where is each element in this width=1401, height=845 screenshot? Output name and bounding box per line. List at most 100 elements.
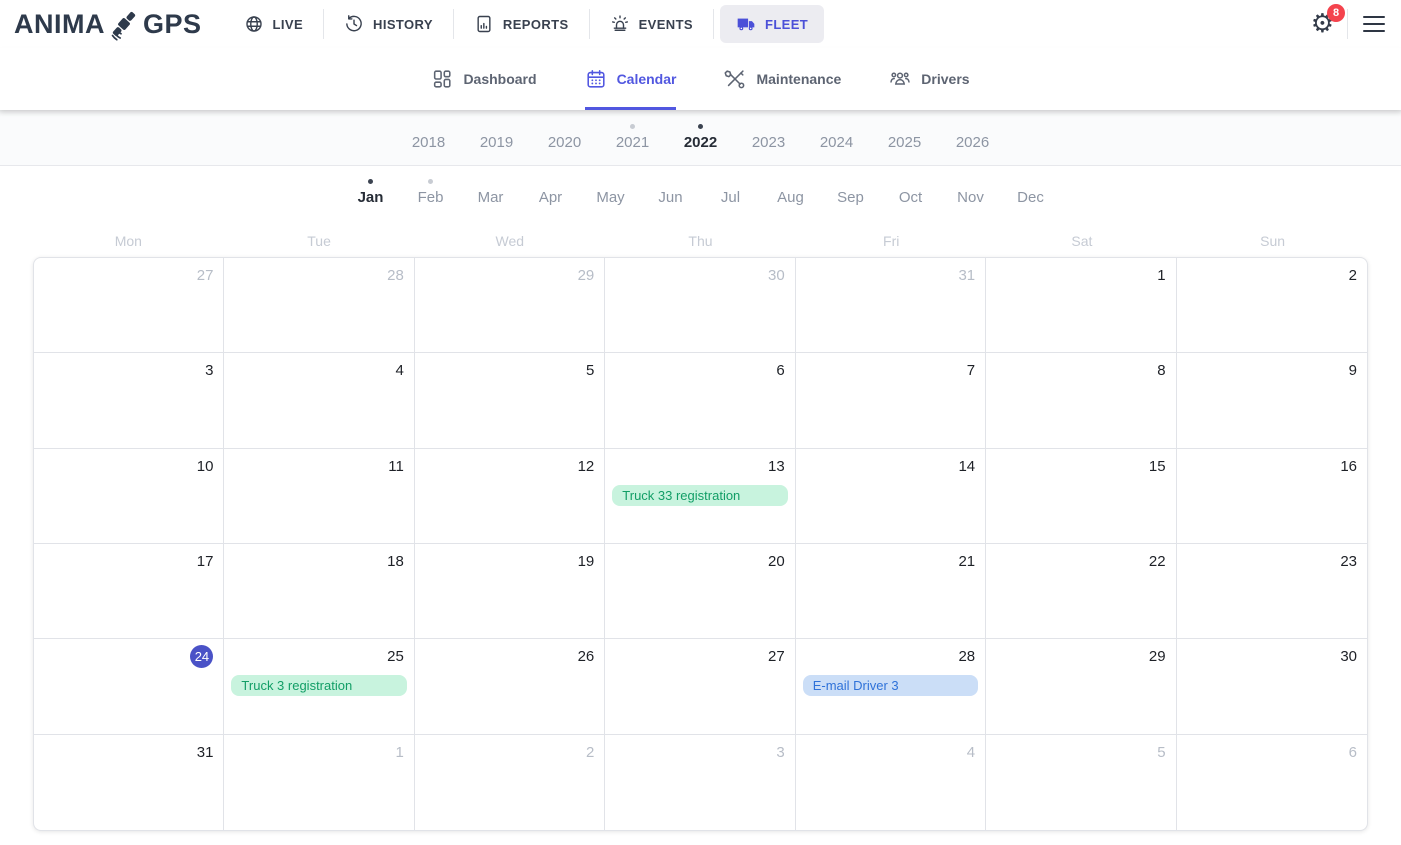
year-2023[interactable]: 2023 bbox=[735, 124, 803, 151]
tab-maintenance[interactable]: Maintenance bbox=[724, 48, 841, 110]
calendar-day-cell[interactable]: 31 bbox=[34, 735, 224, 830]
calendar-day-cell[interactable]: 3 bbox=[34, 353, 224, 448]
day-number: 22 bbox=[1149, 553, 1166, 570]
calendar-day-cell[interactable]: 15 bbox=[986, 449, 1176, 544]
calendar-day-cell[interactable]: 25 Truck 3 registration bbox=[224, 639, 414, 734]
calendar-day-cell[interactable]: 30 bbox=[605, 258, 795, 353]
day-number: 1 bbox=[396, 744, 404, 761]
month-oct[interactable]: Oct bbox=[881, 179, 941, 206]
year-2018[interactable]: 2018 bbox=[395, 124, 463, 151]
nav-item-live[interactable]: LIVE bbox=[224, 5, 324, 43]
calendar-day-cell[interactable]: 12 bbox=[415, 449, 605, 544]
nav-item-reports[interactable]: REPORTS bbox=[454, 5, 589, 43]
calendar-day-cell[interactable]: 16 bbox=[1177, 449, 1367, 544]
calendar-day-cell[interactable]: 26 bbox=[415, 639, 605, 734]
nav-item-events[interactable]: EVENTS bbox=[590, 5, 713, 43]
calendar-event-chip[interactable]: Truck 3 registration bbox=[231, 675, 406, 696]
calendar-day-cell[interactable]: 10 bbox=[34, 449, 224, 544]
weekday-header-row: MonTueWedThuFriSatSun bbox=[33, 230, 1368, 252]
selection-dot bbox=[368, 179, 373, 184]
tab-calendar[interactable]: Calendar bbox=[585, 48, 677, 110]
calendar-day-cell[interactable]: 4 bbox=[796, 735, 986, 830]
settings-button[interactable]: ⚙ 8 bbox=[1311, 11, 1334, 37]
calendar-day-cell[interactable]: 3 bbox=[605, 735, 795, 830]
year-2021[interactable]: 2021 bbox=[599, 124, 667, 151]
year-2025[interactable]: 2025 bbox=[871, 124, 939, 151]
day-number: 7 bbox=[967, 362, 975, 379]
calendar-day-cell[interactable]: 14 bbox=[796, 449, 986, 544]
month-jul[interactable]: Jul bbox=[701, 179, 761, 206]
year-2026[interactable]: 2026 bbox=[939, 124, 1007, 151]
month-aug[interactable]: Aug bbox=[761, 179, 821, 206]
calendar-day-cell[interactable]: 6 bbox=[1177, 735, 1367, 830]
month-jun[interactable]: Jun bbox=[641, 179, 701, 206]
tab-drivers[interactable]: Drivers bbox=[889, 48, 969, 110]
selection-dot bbox=[562, 124, 567, 129]
nav-item-fleet[interactable]: FLEET bbox=[720, 5, 824, 43]
calendar-day-cell[interactable]: 5 bbox=[415, 353, 605, 448]
calendar-day-cell[interactable]: 27 bbox=[605, 639, 795, 734]
day-number: 28 bbox=[387, 267, 404, 284]
satellite-logo-icon bbox=[107, 8, 141, 40]
calendar-day-cell[interactable]: 29 bbox=[986, 639, 1176, 734]
year-label: 2020 bbox=[548, 134, 581, 151]
month-apr[interactable]: Apr bbox=[521, 179, 581, 206]
calendar-day-cell[interactable]: 22 bbox=[986, 544, 1176, 639]
calendar-day-cell[interactable]: 13 Truck 33 registration bbox=[605, 449, 795, 544]
month-dec[interactable]: Dec bbox=[1001, 179, 1061, 206]
calendar-day-cell[interactable]: 29 bbox=[415, 258, 605, 353]
tab-dashboard[interactable]: Dashboard bbox=[431, 48, 536, 110]
calendar-day-cell[interactable]: 9 bbox=[1177, 353, 1367, 448]
calendar-day-cell[interactable]: 28 bbox=[224, 258, 414, 353]
calendar-day-cell[interactable]: 21 bbox=[796, 544, 986, 639]
month-nov[interactable]: Nov bbox=[941, 179, 1001, 206]
calendar-event-chip[interactable]: E-mail Driver 3 bbox=[803, 675, 978, 696]
calendar-day-cell[interactable]: 31 bbox=[796, 258, 986, 353]
day-number: 4 bbox=[967, 744, 975, 761]
day-number: 21 bbox=[958, 553, 975, 570]
year-2024[interactable]: 2024 bbox=[803, 124, 871, 151]
month-may[interactable]: May bbox=[581, 179, 641, 206]
calendar-day-cell[interactable]: 8 bbox=[986, 353, 1176, 448]
calendar-day-cell[interactable]: 6 bbox=[605, 353, 795, 448]
day-number: 31 bbox=[197, 744, 214, 761]
calendar-day-cell[interactable]: 18 bbox=[224, 544, 414, 639]
calendar-day-cell[interactable]: 20 bbox=[605, 544, 795, 639]
calendar-day-cell[interactable]: 30 bbox=[1177, 639, 1367, 734]
hamburger-menu-icon[interactable] bbox=[1361, 12, 1387, 37]
nav-item-label: EVENTS bbox=[639, 17, 693, 32]
calendar-day-cell[interactable]: 17 bbox=[34, 544, 224, 639]
weekday-header: Fri bbox=[796, 230, 987, 252]
calendar-day-cell[interactable]: 11 bbox=[224, 449, 414, 544]
selection-dot bbox=[766, 124, 771, 129]
month-feb[interactable]: Feb bbox=[401, 179, 461, 206]
nav-item-label: LIVE bbox=[273, 17, 304, 32]
day-number: 19 bbox=[578, 553, 595, 570]
calendar-day-cell[interactable]: 2 bbox=[1177, 258, 1367, 353]
calendar-day-cell[interactable]: 27 bbox=[34, 258, 224, 353]
calendar-day-cell[interactable]: 23 bbox=[1177, 544, 1367, 639]
calendar-day-cell[interactable]: 4 bbox=[224, 353, 414, 448]
day-number: 6 bbox=[776, 362, 784, 379]
selection-dot bbox=[908, 179, 913, 184]
calendar-event-chip[interactable]: Truck 33 registration bbox=[612, 485, 787, 506]
nav-item-history[interactable]: HISTORY bbox=[324, 5, 453, 43]
calendar-day-cell[interactable]: 7 bbox=[796, 353, 986, 448]
month-sep[interactable]: Sep bbox=[821, 179, 881, 206]
calendar-day-cell[interactable]: 1 bbox=[224, 735, 414, 830]
day-number: 6 bbox=[1349, 744, 1357, 761]
calendar-day-cell[interactable]: 1 bbox=[986, 258, 1176, 353]
weekday-header: Mon bbox=[33, 230, 224, 252]
month-mar[interactable]: Mar bbox=[461, 179, 521, 206]
calendar-day-cell[interactable]: 2 bbox=[415, 735, 605, 830]
calendar-day-cell[interactable]: 19 bbox=[415, 544, 605, 639]
month-jan[interactable]: Jan bbox=[341, 179, 401, 206]
calendar-day-cell[interactable]: 28 E-mail Driver 3 bbox=[796, 639, 986, 734]
year-2022[interactable]: 2022 bbox=[667, 124, 735, 151]
calendar-day-cell[interactable]: 5 bbox=[986, 735, 1176, 830]
year-2019[interactable]: 2019 bbox=[463, 124, 531, 151]
year-2020[interactable]: 2020 bbox=[531, 124, 599, 151]
calendar-day-cell[interactable]: 24 bbox=[34, 639, 224, 734]
tab-label: Dashboard bbox=[463, 71, 536, 87]
selection-dot bbox=[630, 124, 635, 129]
